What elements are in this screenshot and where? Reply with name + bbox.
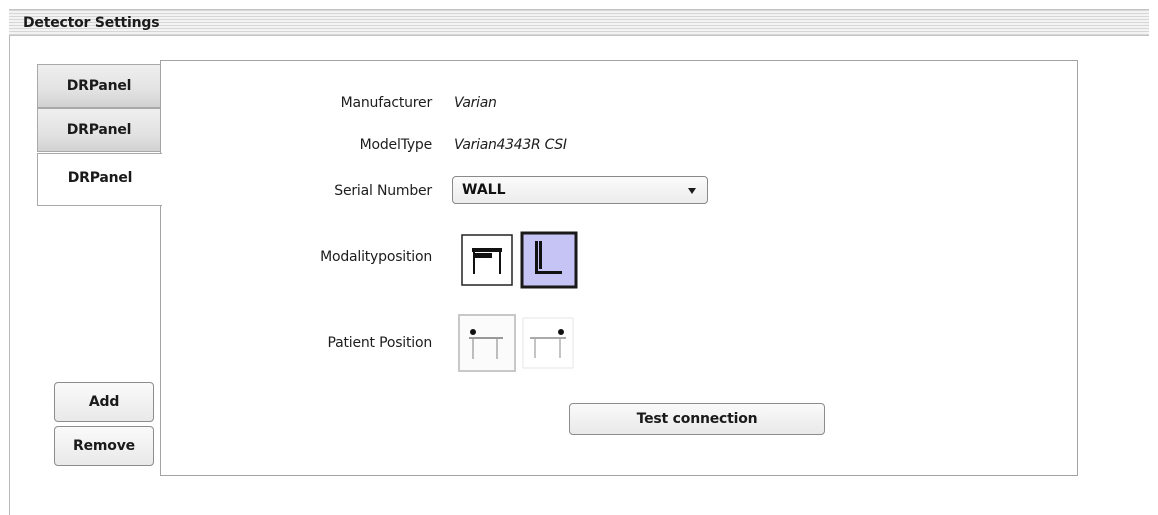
wall-stand-icon[interactable] [520, 231, 578, 289]
tab-drpanel-2[interactable]: DRPanel [37, 108, 161, 152]
manufacturer-value: Varian [454, 95, 497, 111]
serial-number-select[interactable]: WALL [452, 176, 708, 204]
title-bar: Detector Settings [9, 9, 1149, 36]
window-title: Detector Settings [23, 15, 160, 31]
model-type-label: ModelType [359, 137, 433, 153]
add-button[interactable]: Add [54, 382, 154, 422]
remove-button[interactable]: Remove [54, 426, 154, 466]
head-left-table-icon[interactable] [458, 314, 516, 372]
head-right-table-icon[interactable] [522, 317, 574, 369]
tab-drpanel-3-active[interactable]: DRPanel [37, 153, 162, 206]
tab-drpanel-1[interactable]: DRPanel [37, 64, 161, 108]
dropdown-arrow-icon [688, 188, 696, 194]
table-icon[interactable] [461, 234, 513, 286]
patient-position-label: Patient Position [327, 335, 432, 351]
manufacturer-label: Manufacturer [340, 95, 433, 111]
serial-number-label: Serial Number [334, 183, 432, 199]
window-left-border [9, 36, 10, 515]
detector-settings-window: Detector Settings DRPanel DRPanel DRPane… [0, 0, 1158, 515]
model-type-value: Varian4343R CSI [454, 137, 567, 153]
serial-number-selected: WALL [462, 182, 506, 198]
test-connection-button[interactable]: Test connection [569, 403, 825, 435]
modality-position-label: Modalityposition [320, 249, 432, 265]
